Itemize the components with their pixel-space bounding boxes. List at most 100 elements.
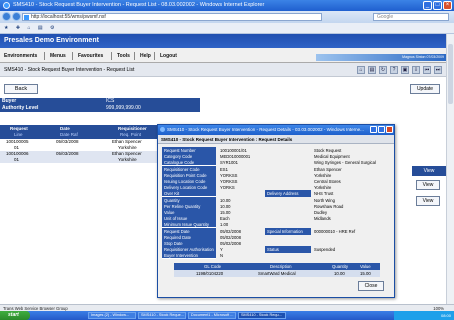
menu-help[interactable]: Help — [140, 53, 151, 59]
menu-divider — [154, 52, 155, 60]
gl-grid-row: 1198/0104220 SmartWard Medical 10.00 15.… — [174, 270, 380, 277]
export-icon[interactable]: ⇩ — [412, 66, 420, 74]
popup-minimize-button[interactable] — [370, 126, 377, 133]
request-number: 100100005 — [6, 139, 29, 144]
user-banner: Magnus Sinton 07/03/2009 — [316, 54, 446, 61]
gl-value: 15.00 — [360, 271, 371, 276]
detail-row: Buyer Intervention N — [162, 252, 390, 260]
screen-subtitle: SMS410 - Stock Request Buyer Interventio… — [4, 67, 135, 73]
add-favorites-icon[interactable]: ✚ — [16, 25, 20, 31]
request-date: 05/03/2008 — [56, 151, 79, 156]
windows-taskbar: start Images (2) - Window... SMS410 - St… — [0, 311, 454, 320]
request-details-popup: SMS410 - Stock Request Buyer Interventio… — [157, 124, 395, 298]
status-value: Suspended — [314, 247, 336, 253]
authority-label: Authority Level — [2, 105, 39, 111]
request-line: 01 — [14, 157, 20, 162]
detail-label: Buyer Intervention — [162, 252, 216, 260]
gl-quantity: 10.00 — [334, 271, 345, 276]
col-req-point: Req. Point — [120, 132, 142, 137]
description-header: Description — [270, 264, 292, 269]
save-icon[interactable]: ▣ — [401, 66, 409, 74]
request-list-header: Request Date Requisitioner Line Date Raf… — [0, 125, 170, 139]
menu-divider — [111, 52, 112, 60]
menu-environments[interactable]: Environments — [4, 53, 37, 59]
address-input[interactable]: http://localhost:55/wms/pwsmf.nsf — [22, 13, 322, 21]
menu-tools[interactable]: Tools — [117, 53, 130, 59]
requisitioner: Ethan Spencer — [112, 151, 142, 156]
taskbar-item[interactable]: SMS410 - Stock Requ... — [238, 312, 286, 319]
quantity-header: Quantity — [332, 264, 349, 269]
view-button[interactable]: View — [416, 196, 440, 206]
ie-logo-icon — [3, 2, 10, 9]
buyer-row: Buyer ICS — [0, 98, 200, 105]
popup-close-icon[interactable] — [386, 126, 393, 133]
taskbar-item[interactable]: SMS410 - Stock Reque... — [138, 312, 186, 319]
table-row[interactable]: 100100006 05/03/2008 Ethan Spencer 01 Yo… — [0, 151, 170, 163]
scrollbar-thumb[interactable] — [448, 44, 453, 104]
home-icon[interactable]: ⌂ — [27, 25, 30, 31]
refresh-icon[interactable]: ↻ — [379, 66, 387, 74]
col-date: Date — [60, 126, 70, 131]
favorites-command-bar: ★ ✚ ⌂ ▤ ⚙ — [0, 23, 454, 34]
start-button[interactable]: start — [0, 311, 30, 320]
system-tray-clock: 08:00 — [394, 311, 454, 320]
favorites-star-icon[interactable]: ★ — [4, 25, 8, 31]
req-point: Yorkshire — [118, 157, 137, 162]
taskbar-item[interactable]: Images (2) - Window... — [88, 312, 136, 319]
home-toolbar-icon[interactable]: ⌂ — [357, 66, 365, 74]
buyer-info: Buyer ICS Authority Level 999,999,999.00 — [0, 98, 440, 112]
special-info-row: Special Information 000000010 - HRE Ref — [162, 227, 390, 235]
authority-value: 999,999,999.00 — [106, 105, 141, 111]
maximize-button[interactable]: □ — [433, 1, 442, 10]
update-button[interactable]: Update — [410, 84, 440, 94]
tools-menu-icon[interactable]: ⚙ — [50, 25, 54, 31]
gl-description: SmartWard Medical — [258, 271, 296, 276]
table-row[interactable]: 100100005 05/03/2008 Ethan Spencer 01 Yo… — [0, 139, 170, 151]
last-record-icon[interactable]: ⏭ — [434, 66, 442, 74]
screen-subtitle-bar: SMS410 - Stock Request Buyer Interventio… — [0, 63, 446, 77]
req-point: Yorkshire — [118, 145, 137, 150]
print-icon[interactable]: ▤ — [368, 66, 376, 74]
menu-logout[interactable]: Logout — [160, 53, 177, 59]
menu-divider — [44, 52, 45, 60]
back-button[interactable]: Back — [4, 84, 38, 94]
forward-arrow-icon[interactable] — [12, 12, 21, 21]
browser-status-bar: Trans Web Service Browser Group 100% — [0, 304, 454, 311]
browser-title: SMS410 - Stock Request Buyer Interventio… — [13, 2, 265, 8]
first-record-icon[interactable]: ⏮ — [423, 66, 431, 74]
minimize-button[interactable]: _ — [423, 1, 432, 10]
browser-title-bar: SMS410 - Stock Request Buyer Interventio… — [0, 0, 454, 11]
detail-value: N — [220, 253, 224, 259]
page-scrollbar[interactable] — [446, 34, 454, 304]
popup-title: SMS410 - Stock Request Buyer Interventio… — [167, 127, 364, 132]
delivery-address-label: Delivery Address — [265, 190, 311, 198]
popup-subtitle: SMS410 - Stock Request Buyer Interventio… — [158, 135, 394, 144]
col-line: Line — [14, 132, 23, 137]
col-request: Request — [10, 126, 28, 131]
environment-title: Presales Demo Environment — [0, 34, 446, 48]
authority-row: Authority Level 999,999,999.00 — [0, 105, 200, 112]
special-info-label: Special Information — [265, 227, 311, 235]
status-label: Status — [265, 246, 311, 254]
popup-maximize-button[interactable] — [378, 126, 385, 133]
page-favicon-icon — [24, 15, 29, 20]
search-input[interactable]: Google — [373, 13, 449, 21]
gl-code: 1198/0104220 — [196, 271, 224, 276]
view-button[interactable]: View — [416, 180, 440, 190]
back-arrow-icon[interactable] — [2, 12, 11, 21]
address-url: http://localhost:55/wms/pwsmf.nsf — [31, 14, 106, 20]
ie-logo-icon — [160, 127, 165, 132]
menu-menus[interactable]: Menus — [50, 53, 66, 59]
special-info-value: 000000010 - HRE Ref — [314, 228, 356, 234]
menu-favourites[interactable]: Favourites — [78, 53, 103, 59]
close-window-button[interactable]: × — [443, 1, 452, 10]
page-menu-icon[interactable]: ▤ — [38, 25, 43, 31]
requisitioner: Ethan Spencer — [112, 139, 142, 144]
address-toolbar: http://localhost:55/wms/pwsmf.nsf Google — [0, 11, 454, 23]
close-button[interactable]: Close — [358, 281, 384, 291]
buyer-value: ICS — [106, 98, 115, 104]
request-number: 100100006 — [6, 151, 29, 156]
taskbar-item[interactable]: Document1 - Microsoft ... — [188, 312, 236, 319]
help-icon[interactable]: ? — [390, 66, 398, 74]
menu-divider — [134, 52, 135, 60]
